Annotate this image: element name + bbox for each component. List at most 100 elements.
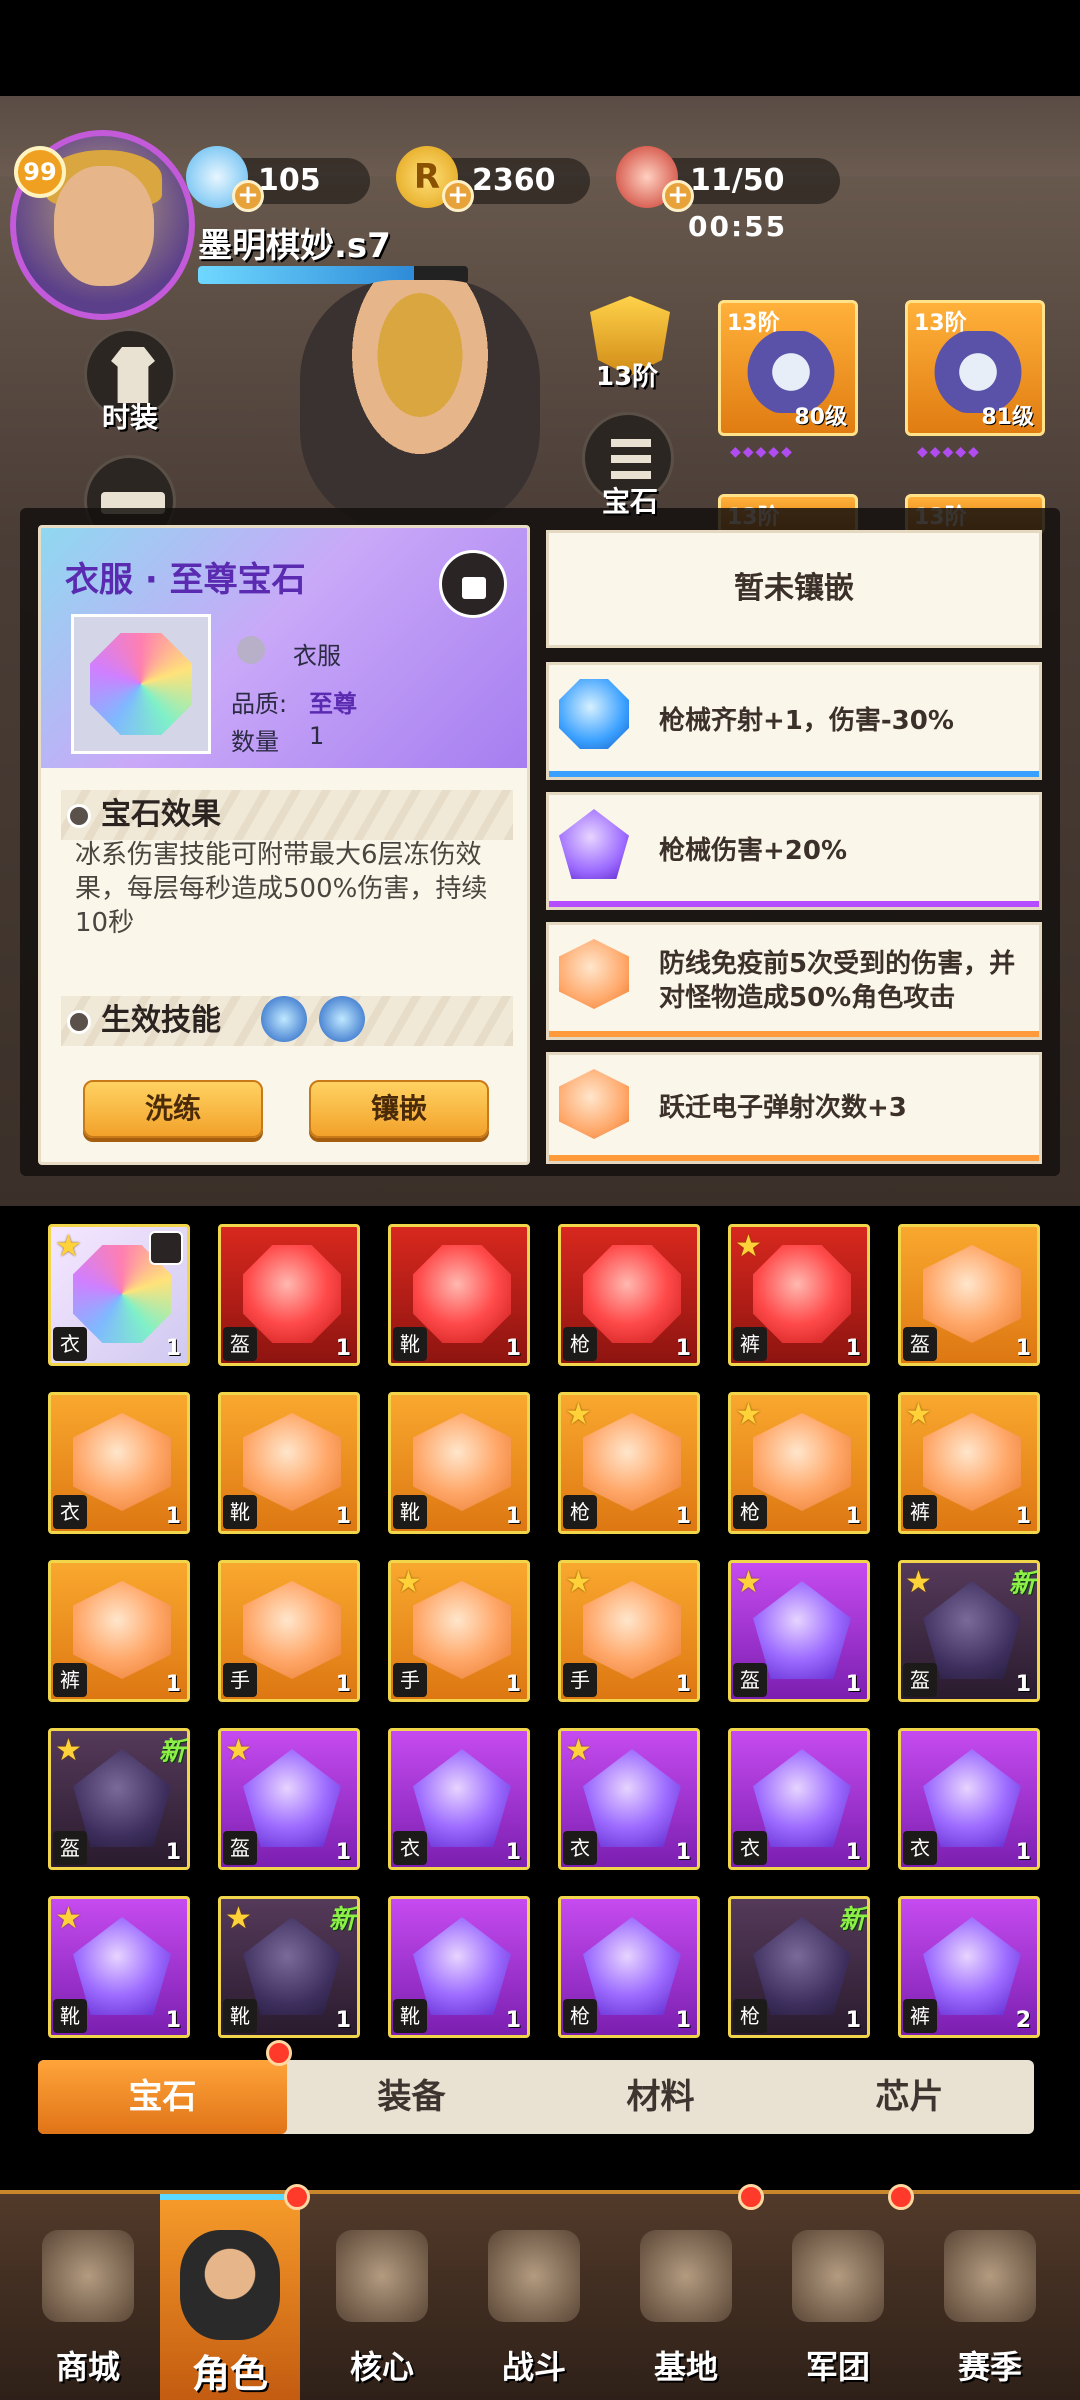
nav-base-notification-dot [738, 2184, 764, 2210]
gem-info-card: 衣服 · 至尊宝石 衣服 品质: 至尊 数量 1 宝石效果 冰系伤害技能可附带最… [38, 525, 530, 1165]
nav-legion[interactable]: 军团 [768, 2224, 908, 2394]
gem-slot-3[interactable]: 防线免疫前5次受到的伤害，并对怪物造成50%角色攻击 [546, 922, 1042, 1040]
coin-count: 2360 [472, 163, 556, 198]
orange-gem-icon [583, 1581, 681, 1679]
crossed-guns-icon [488, 2230, 580, 2322]
gem-resource[interactable]: + 105 [186, 146, 370, 212]
orange-gem-icon [559, 939, 629, 1009]
frost-burst-skill-icon[interactable] [319, 996, 365, 1042]
nav-season[interactable]: 赛季 [920, 2224, 1060, 2394]
nav-shop[interactable]: 商城 [18, 2224, 158, 2394]
gem-inventory-item[interactable]: 新枪 1 [728, 1896, 870, 2038]
gem-inventory-item[interactable]: ★ 裤 1 [898, 1392, 1040, 1534]
gem-slot-type: 衣服 [293, 642, 341, 670]
gem-inventory-item[interactable]: 靴1 [218, 1392, 360, 1534]
gem-inventory-item[interactable]: ★ 新靴 1 [218, 1896, 360, 2038]
gem-inventory-item[interactable]: 盔1 [898, 1224, 1040, 1366]
body-slot-type-icon: 衣 [733, 1831, 767, 1865]
ice-skill-icon[interactable] [261, 996, 307, 1042]
coin-resource[interactable]: R + 2360 [396, 146, 590, 212]
shirt-icon [111, 347, 155, 403]
stamina-resource[interactable]: + 11/50 [616, 146, 840, 212]
gun-slot-type-icon: 枪 [563, 1495, 597, 1529]
gem-inventory-item[interactable]: ★ 盔 1 [218, 1728, 360, 1870]
gem-inventory-item[interactable]: ★ 手 1 [558, 1560, 700, 1702]
gun-slot-type-icon: 枪 [563, 1999, 597, 2033]
gem-inventory-item[interactable]: ★ 衣 1 [558, 1728, 700, 1870]
gem-slot-4[interactable]: 跃迁电子弹射次数+3 [546, 1052, 1042, 1164]
gem-inventory-item[interactable]: ★ 靴 1 [48, 1896, 190, 2038]
tab-materials[interactable]: 材料 [536, 2060, 785, 2134]
gem-inventory-item[interactable]: 枪1 [558, 1896, 700, 2038]
gem-inventory-item[interactable]: 靴1 [388, 1896, 530, 2038]
gem-inventory-item[interactable]: 衣1 [728, 1728, 870, 1870]
purple-gem-icon [753, 1749, 851, 1847]
gem-slot-2[interactable]: 枪械伤害+20% [546, 792, 1042, 910]
lock-toggle-button[interactable] [439, 550, 507, 618]
gem-inventory-item[interactable]: ★ 新盔 1 [898, 1560, 1040, 1702]
star-icon: ★ [55, 1901, 82, 1936]
gem-inventory-item[interactable]: 盔1 [218, 1224, 360, 1366]
gem-inventory-item[interactable]: 手1 [218, 1560, 360, 1702]
item-count: 1 [165, 1672, 181, 1697]
gem-inventory-item[interactable]: 衣1 [898, 1728, 1040, 1870]
glove-slot-type-icon: 手 [393, 1663, 427, 1697]
nav-battle[interactable]: 战斗 [464, 2224, 604, 2394]
gem-inventory-item[interactable]: ★ 手 1 [388, 1560, 530, 1702]
pants-slot-type-icon: 裤 [903, 1999, 937, 2033]
equip-card-armor[interactable]: 13阶 81级 [905, 300, 1045, 436]
nav-core[interactable]: 核心 [312, 2224, 452, 2394]
item-count: 1 [335, 2008, 351, 2033]
gem-inventory-item[interactable]: 靴1 [388, 1224, 530, 1366]
gem-inventory-item[interactable]: ★ 盔 1 [728, 1560, 870, 1702]
gem-inventory-item[interactable]: ★ 新盔 1 [48, 1728, 190, 1870]
nav-character-notification-dot [284, 2184, 310, 2210]
add-stamina-plus-icon[interactable]: + [662, 180, 694, 212]
character-icon [180, 2230, 280, 2340]
item-count: 1 [335, 1504, 351, 1529]
add-gems-plus-icon[interactable]: + [232, 180, 264, 212]
gem-inventory-item[interactable]: 枪1 [558, 1224, 700, 1366]
purple-gem-icon [413, 1917, 511, 2015]
nav-character[interactable]: 角色 [160, 2194, 300, 2400]
active-skill-header: 生效技能 [61, 996, 513, 1046]
stamina-count: 11/50 [690, 163, 785, 198]
equip-gem-diamonds: ◆◆◆◆◆ [730, 444, 794, 460]
gem-inventory-item[interactable]: ★ 裤 1 [728, 1224, 870, 1366]
star-icon: ★ [735, 1229, 762, 1264]
gem-inventory-item[interactable]: ★ 衣 1 [48, 1224, 190, 1366]
gem-inventory-item[interactable]: 裤2 [898, 1896, 1040, 2038]
gem-inventory-item[interactable]: 衣1 [48, 1392, 190, 1534]
tab-notification-dot [266, 2040, 292, 2066]
star-icon: ★ [55, 1733, 82, 1768]
nav-base[interactable]: 基地 [616, 2224, 756, 2394]
refine-button[interactable]: 洗练 [83, 1080, 263, 1138]
item-count: 1 [675, 1672, 691, 1697]
tab-equipment[interactable]: 装备 [287, 2060, 536, 2134]
gem-inventory-item[interactable]: ★ 枪 1 [558, 1392, 700, 1534]
tab-chips[interactable]: 芯片 [785, 2060, 1034, 2134]
gem-slot-effect: 跃迁电子弹射次数+3 [659, 1093, 907, 1123]
season-badge-icon [944, 2230, 1036, 2322]
purple-gem-icon [243, 1749, 341, 1847]
gem-inventory-item[interactable]: 靴1 [388, 1392, 530, 1534]
gem-inventory-item[interactable]: ★ 枪 1 [728, 1392, 870, 1534]
gem-inventory-item[interactable]: 衣1 [388, 1728, 530, 1870]
equip-card-helmet[interactable]: 13阶 80级 [718, 300, 858, 436]
nav-label: 商城 [55, 2348, 120, 2386]
nav-label: 基地 [653, 2348, 718, 2386]
tab-gems[interactable]: 宝石 [38, 2060, 287, 2134]
gem-effect-header: 宝石效果 [61, 790, 513, 840]
add-coins-plus-icon[interactable]: + [442, 180, 474, 212]
gem-slot-1[interactable]: 枪械齐射+1，伤害-30% [546, 662, 1042, 780]
dark-gem-icon [243, 1917, 341, 2015]
empty-gem-slot[interactable]: 暂未镶嵌 [546, 530, 1042, 648]
orange-gem-icon [753, 1413, 851, 1511]
body-slot-type-icon: 衣 [53, 1327, 87, 1361]
gem-info-title: 衣服 · 至尊宝石 [65, 560, 306, 600]
item-count: 2 [1015, 2008, 1031, 2033]
item-count: 1 [165, 2008, 181, 2033]
base-tower-icon [640, 2230, 732, 2322]
inlay-button[interactable]: 镶嵌 [309, 1080, 489, 1138]
gem-inventory-item[interactable]: 裤1 [48, 1560, 190, 1702]
